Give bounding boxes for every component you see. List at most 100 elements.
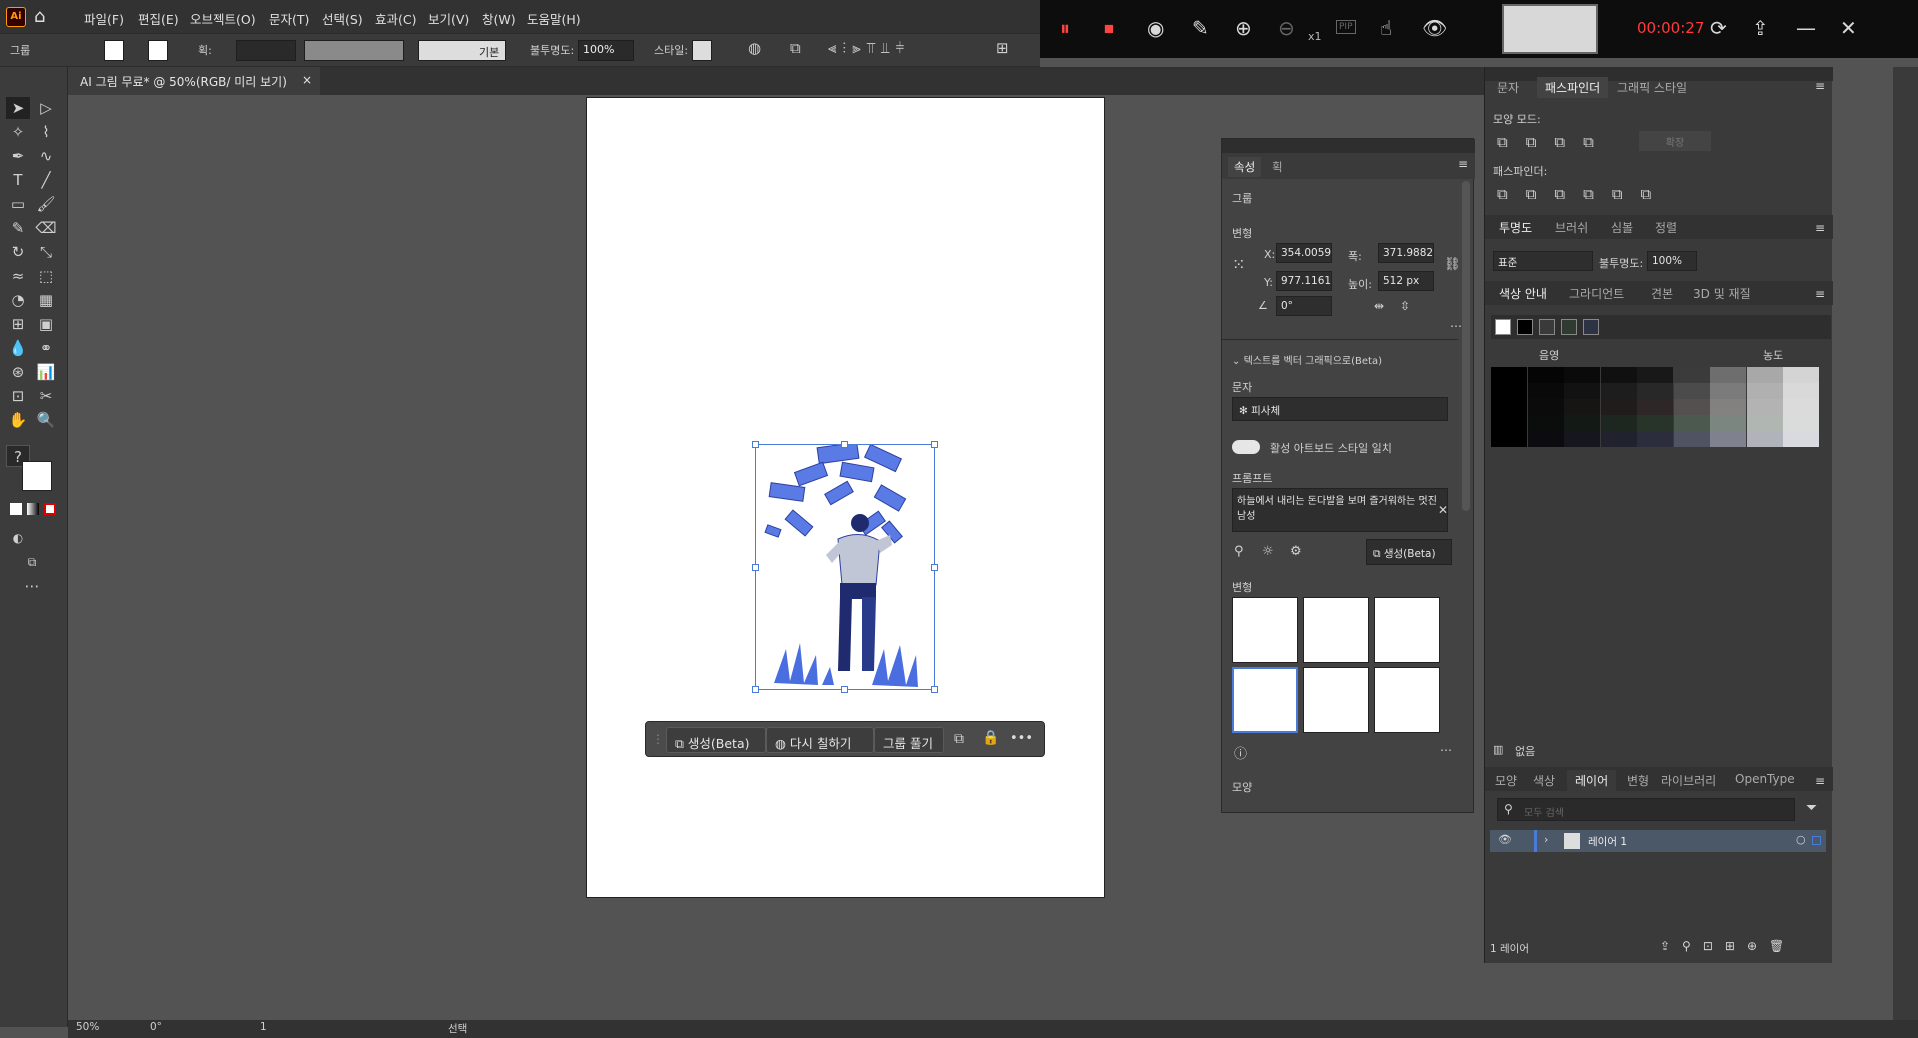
pen-tool-icon[interactable]: ✒ bbox=[6, 145, 30, 167]
mesh-tool-icon[interactable]: ⊞ bbox=[6, 313, 30, 335]
screenshot-icon[interactable]: ◉ bbox=[1147, 16, 1164, 40]
variable-width-profile[interactable] bbox=[304, 40, 404, 61]
generate-beta-panel-button[interactable]: ⧉ 생성(Beta) bbox=[1366, 539, 1452, 565]
gradient-tool-icon[interactable]: ▣ bbox=[34, 313, 58, 335]
isolate-icon[interactable]: ⧉ bbox=[954, 731, 964, 747]
selection-handle-bottom-left[interactable] bbox=[752, 686, 759, 693]
draw-mode-icon[interactable]: ◐ bbox=[6, 527, 30, 549]
rectangle-tool-icon[interactable]: ▭ bbox=[6, 193, 30, 215]
selection-tool-icon[interactable]: ➤ bbox=[6, 97, 30, 119]
slice-tool-icon[interactable]: ✂ bbox=[34, 385, 58, 407]
layer-name[interactable]: 레이어 1 bbox=[1588, 834, 1627, 849]
color-variation-swatch[interactable] bbox=[1673, 431, 1710, 447]
color-variation-swatch[interactable] bbox=[1746, 383, 1783, 399]
stroke-weight-field[interactable] bbox=[236, 40, 296, 61]
reference-point-icon[interactable]: ⁙ bbox=[1232, 255, 1245, 274]
suggestions-icon[interactable]: ☼ bbox=[1262, 544, 1274, 559]
color-variation-swatch[interactable] bbox=[1600, 367, 1637, 383]
dock-scrollbar[interactable] bbox=[1893, 67, 1918, 1020]
tab-character[interactable]: 문자 bbox=[1497, 79, 1519, 96]
none-mode-icon[interactable] bbox=[44, 503, 56, 515]
color-variation-swatch[interactable] bbox=[1673, 415, 1710, 431]
more-transform-icon[interactable]: ⋯ bbox=[1450, 319, 1462, 333]
tab-libraries[interactable]: 라이브러리 bbox=[1661, 772, 1716, 789]
stop-icon[interactable]: ⏹ bbox=[1104, 16, 1114, 40]
expand-layer-icon[interactable]: › bbox=[1544, 833, 1548, 846]
base-color-swatch[interactable] bbox=[1561, 319, 1577, 335]
flip-vertical-icon[interactable]: ⇳ bbox=[1400, 299, 1410, 313]
tab-swatches[interactable]: 견본 bbox=[1651, 285, 1673, 302]
zoom-in-icon[interactable]: ⊕ bbox=[1235, 16, 1252, 40]
gradient-mode-icon[interactable] bbox=[27, 503, 39, 515]
color-variation-swatch[interactable] bbox=[1710, 415, 1746, 431]
visibility-eye-icon[interactable]: 👁 bbox=[1498, 833, 1512, 846]
blend-tool-icon[interactable]: ⚭ bbox=[34, 337, 58, 359]
color-variation-swatch[interactable] bbox=[1527, 399, 1564, 415]
variation-thumbnail-4[interactable] bbox=[1232, 667, 1298, 733]
blend-mode-dropdown[interactable]: 표준 bbox=[1493, 251, 1593, 271]
tab-brushes[interactable]: 브러쉬 bbox=[1555, 219, 1588, 236]
panel-menu-icon[interactable]: ≡ bbox=[1458, 157, 1468, 171]
distribute-icon[interactable]: ⊞ bbox=[996, 39, 1009, 57]
color-variation-swatch[interactable] bbox=[1600, 383, 1637, 399]
selection-handle-bottom[interactable] bbox=[841, 686, 848, 693]
color-variation-swatch[interactable] bbox=[1710, 367, 1746, 383]
more-tools-icon[interactable]: ⋯ bbox=[20, 575, 44, 597]
hand-tool-icon[interactable]: ✋ bbox=[6, 409, 30, 431]
selection-handle-bottom-right[interactable] bbox=[931, 686, 938, 693]
line-tool-icon[interactable]: ╱ bbox=[34, 169, 58, 191]
shape-builder-tool-icon[interactable]: ◔ bbox=[6, 289, 30, 311]
screen-mode-icon[interactable]: ⧉ bbox=[20, 551, 44, 573]
more-variations-icon[interactable]: ⋯ bbox=[1440, 743, 1452, 757]
width-field[interactable]: 371.9882 bbox=[1378, 243, 1434, 263]
direct-selection-tool-icon[interactable]: ▷ bbox=[34, 97, 58, 119]
export-icon[interactable]: ⇪ bbox=[1752, 16, 1769, 40]
color-variation-swatch[interactable] bbox=[1673, 383, 1710, 399]
tab-appearance[interactable]: 모양 bbox=[1495, 772, 1517, 789]
tab-pathfinder[interactable]: 패스파인더 bbox=[1537, 77, 1609, 98]
pip-button[interactable]: PIP bbox=[1336, 20, 1356, 34]
color-variation-swatch[interactable] bbox=[1783, 415, 1819, 431]
expand-button[interactable]: 확장 bbox=[1639, 131, 1711, 151]
color-variation-swatch[interactable] bbox=[1527, 367, 1564, 383]
harmony-rule-bar[interactable] bbox=[1491, 315, 1831, 339]
artboard-number-field[interactable]: 1 bbox=[260, 1021, 267, 1033]
variation-thumbnail-2[interactable] bbox=[1303, 597, 1369, 663]
color-variation-swatch[interactable] bbox=[1673, 399, 1710, 415]
base-color-swatch[interactable] bbox=[1583, 319, 1599, 335]
free-transform-tool-icon[interactable]: ⬚ bbox=[34, 265, 58, 287]
selection-handle-top-left[interactable] bbox=[752, 441, 759, 448]
opacity-field[interactable]: 100% bbox=[578, 40, 634, 61]
tab-3d-materials[interactable]: 3D 및 재질 bbox=[1693, 285, 1751, 302]
prompt-textarea[interactable]: 하늘에서 내리는 돈다발을 보며 즐거워하는 멋진 남성 bbox=[1232, 488, 1448, 532]
graphic-style-swatch[interactable] bbox=[692, 40, 712, 61]
color-variation-swatch[interactable] bbox=[1746, 367, 1783, 383]
menu-view[interactable]: 보기(V) bbox=[428, 9, 469, 28]
warp-tool-icon[interactable]: ≈ bbox=[6, 265, 30, 287]
color-variation-swatch[interactable] bbox=[1600, 431, 1637, 447]
clear-prompt-icon[interactable]: ✕ bbox=[1438, 503, 1448, 517]
minimize-icon[interactable]: — bbox=[1796, 16, 1816, 40]
constrain-proportions-icon[interactable]: ⛓ bbox=[1444, 257, 1461, 272]
fill-swatch[interactable] bbox=[104, 40, 124, 61]
menu-edit[interactable]: 편집(E) bbox=[138, 9, 179, 28]
color-variation-swatch[interactable] bbox=[1564, 415, 1600, 431]
target-icon[interactable]: ○ bbox=[1796, 833, 1806, 846]
menu-window[interactable]: 창(W) bbox=[482, 9, 516, 28]
info-icon[interactable]: ⓘ bbox=[1234, 743, 1247, 762]
eyedropper-tool-icon[interactable]: 💧 bbox=[6, 337, 30, 359]
tab-align[interactable]: 정렬 bbox=[1655, 219, 1677, 236]
zoom-level-field[interactable]: 50% bbox=[76, 1021, 99, 1033]
tab-graphic-styles[interactable]: 그래픽 스타일 bbox=[1617, 79, 1687, 96]
color-variation-swatch[interactable] bbox=[1637, 367, 1673, 383]
paintbrush-tool-icon[interactable]: 🖌 bbox=[34, 193, 58, 215]
close-icon[interactable]: ✕ bbox=[1840, 16, 1857, 40]
color-variation-swatch[interactable] bbox=[1527, 431, 1564, 447]
text-to-vector-header[interactable]: ⌄ 텍스트를 벡터 그래픽으로(Beta) bbox=[1232, 352, 1382, 367]
layers-menu-icon[interactable]: ≡ bbox=[1815, 774, 1825, 788]
graph-tool-icon[interactable]: 📊 bbox=[34, 361, 58, 383]
shaper-tool-icon[interactable]: ✎ bbox=[6, 217, 30, 239]
tab-color[interactable]: 색상 bbox=[1533, 772, 1555, 789]
color-variation-swatch[interactable] bbox=[1710, 431, 1746, 447]
selection-handle-top[interactable] bbox=[841, 441, 848, 448]
